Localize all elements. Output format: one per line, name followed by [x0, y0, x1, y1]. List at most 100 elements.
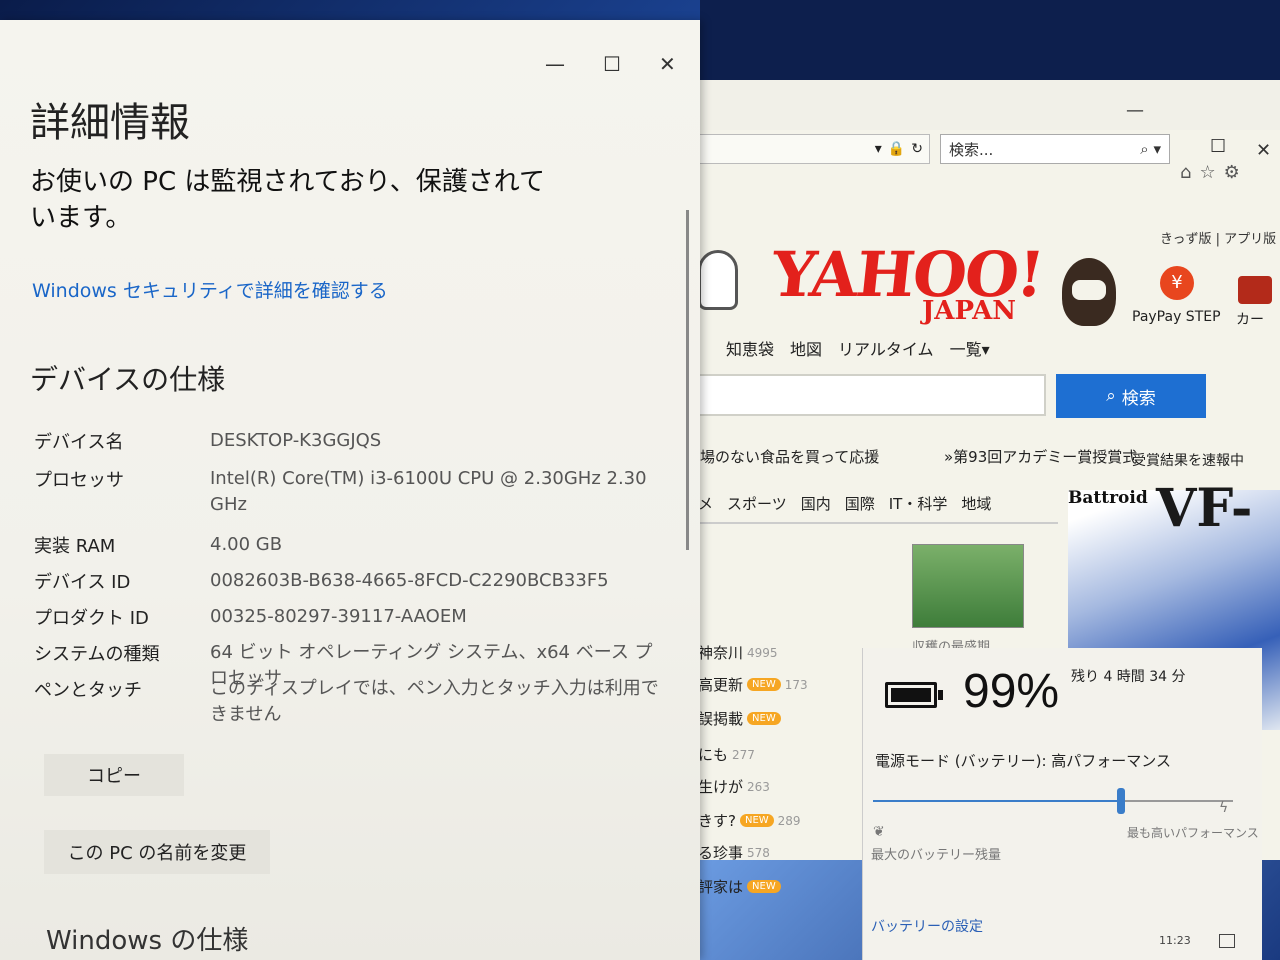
battroid-title: Battroid: [1068, 488, 1148, 508]
tab-main[interactable]: メ: [698, 493, 713, 514]
spec-row-device-name: デバイス名 DESKTOP-K3GGJQS: [34, 428, 674, 454]
rename-pc-button[interactable]: この PC の名前を変更: [44, 830, 270, 874]
browser-search-input[interactable]: 検索... ⌕ ▾: [940, 134, 1170, 164]
spec-label: プロダクト ID: [34, 608, 149, 629]
spec-value: DESKTOP-K3GGJQS: [210, 430, 382, 451]
power-mode-label: 電源モード (バッテリー): 高パフォーマンス: [875, 752, 1171, 770]
close-button[interactable]: ✕: [659, 52, 676, 76]
nav-item-chiebukuro[interactable]: 知恵袋: [726, 336, 774, 360]
news-item-title: 高更新: [698, 676, 744, 694]
news-photo[interactable]: [912, 544, 1024, 628]
tab-international[interactable]: 国際: [845, 493, 875, 514]
tray-clock[interactable]: 11:23: [1159, 934, 1191, 947]
news-item-title: る珍事: [698, 844, 744, 862]
news-item-title: 生けが: [698, 778, 744, 796]
slider-left-label: 最大のバッテリー残量: [871, 848, 1002, 863]
yahoo-search-button[interactable]: ⌕ 検索: [1056, 374, 1206, 418]
favorites-icon[interactable]: ☆: [1199, 162, 1215, 183]
news-item[interactable]: きす? NEW 289: [698, 810, 801, 831]
nav-item-map[interactable]: 地図: [790, 336, 822, 360]
browser-toolbar: ⌂ ☆ ⚙: [1180, 162, 1240, 183]
notification-icon[interactable]: [1219, 934, 1235, 948]
address-bar[interactable]: ▾ 🔒 ↻: [690, 134, 930, 164]
academy-link[interactable]: »第93回アカデミー賞授賞式: [944, 446, 1137, 467]
service-nav: 知恵袋 地図 リアルタイム 一覧▾: [726, 336, 990, 360]
battery-remaining: 残り 4 時間 34 分: [1071, 669, 1186, 685]
news-item[interactable]: 生けが 263: [698, 776, 770, 797]
news-tabs: メ スポーツ 国内 国際 IT・科学 地域: [698, 484, 1058, 524]
battery-tip: [938, 690, 943, 700]
power-mode-slider[interactable]: [873, 788, 1233, 814]
copy-button[interactable]: コピー: [44, 754, 184, 796]
news-item[interactable]: 高更新 NEW 173: [698, 674, 808, 695]
slider-thumb[interactable]: [1117, 788, 1126, 814]
news-item-title: 評家は: [698, 878, 744, 896]
yahoo-search-input[interactable]: [690, 374, 1046, 416]
security-link[interactable]: Windows セキュリティで詳細を確認する: [32, 276, 388, 303]
nav-item-list[interactable]: 一覧▾: [950, 336, 990, 360]
lock-icon: 🔒: [887, 141, 906, 157]
yahoo-logo-japan[interactable]: JAPAN: [922, 296, 1016, 326]
search-icon[interactable]: ⌕ ▾: [1140, 140, 1161, 158]
browser-minimize-button[interactable]: —: [1126, 100, 1144, 121]
car-label[interactable]: カー: [1236, 309, 1264, 329]
promo-link[interactable]: 場のない食品を買って応援: [700, 446, 879, 467]
news-item[interactable]: にも 277: [698, 744, 755, 765]
scrollbar[interactable]: [686, 210, 689, 550]
news-item[interactable]: 評家は NEW: [698, 876, 781, 897]
slider-right-label: 最も高いパフォーマンス: [1127, 826, 1259, 840]
comment-count: 263: [747, 779, 770, 794]
battery-percent: 99%: [963, 665, 1060, 718]
maximize-button[interactable]: ☐: [603, 52, 621, 76]
gear-icon[interactable]: ⚙: [1224, 162, 1240, 183]
browser-close-button[interactable]: ✕: [1256, 140, 1271, 161]
refresh-icon[interactable]: ↻: [911, 141, 923, 157]
comment-count: 4995: [747, 645, 778, 660]
spec-label: ペンとタッチ: [34, 680, 142, 701]
news-item[interactable]: 神奈川 4995: [698, 642, 778, 663]
news-item[interactable]: 誤掲載 NEW: [698, 708, 781, 729]
slider-fill: [873, 800, 1122, 802]
battery-flyout: 99% 残り 4 時間 34 分 電源モード (バッテリー): 高パフォーマンス…: [862, 648, 1262, 960]
tab-domestic[interactable]: 国内: [801, 493, 831, 514]
util-links[interactable]: きっず版 | アプリ版: [1160, 228, 1276, 247]
desktop-top-area: [700, 0, 1280, 90]
spec-value: 4.00 GB: [210, 534, 283, 555]
mascot-icon: [698, 250, 738, 310]
vf-title: VF-: [1156, 478, 1253, 539]
paypay-label[interactable]: PayPay STEP: [1132, 309, 1221, 325]
news-item[interactable]: る珍事 578: [698, 842, 770, 863]
tab-sports[interactable]: スポーツ: [727, 493, 787, 514]
spec-row-product-id: プロダクト ID 00325-80297-39117-AAOEM: [34, 604, 674, 630]
tab-it-science[interactable]: IT・科学: [889, 493, 948, 514]
dropdown-icon[interactable]: ▾: [875, 141, 882, 157]
windows-spec-heading: Windows の仕様: [46, 926, 249, 956]
battery-icon: [885, 682, 937, 708]
bolt-icon: ϟ: [1219, 800, 1229, 816]
academy-sub-link[interactable]: 受賞結果を速報中: [1132, 450, 1244, 470]
magnifier-icon: ⌕: [1106, 386, 1116, 406]
car-icon[interactable]: [1238, 276, 1272, 304]
new-badge: NEW: [747, 678, 781, 691]
spec-row-pen-touch: ペンとタッチ このディスプレイでは、ペン入力とタッチ入力は利用できません: [34, 676, 674, 728]
comment-count: 277: [732, 747, 755, 762]
comment-count: 578: [747, 845, 770, 860]
tab-local[interactable]: 地域: [961, 493, 991, 514]
news-item-title: 神奈川: [698, 644, 744, 662]
page-title: 詳細情報: [30, 100, 190, 146]
spec-value: 00325-80297-39117-AAOEM: [210, 606, 467, 627]
minimize-button[interactable]: —: [545, 52, 565, 76]
kenta-mascot-icon: [1062, 258, 1116, 326]
spec-label: プロセッサ: [34, 470, 124, 491]
new-badge: NEW: [747, 712, 781, 725]
paypay-icon[interactable]: ¥: [1160, 266, 1194, 300]
spec-value: 0082603B-B638-4665-8FCD-C2290BCB33F5: [210, 570, 609, 591]
spec-row-device-id: デバイス ID 0082603B-B638-4665-8FCD-C2290BCB…: [34, 568, 674, 594]
search-button-label: 検索: [1121, 388, 1156, 409]
nav-item-realtime[interactable]: リアルタイム: [838, 336, 934, 360]
new-badge: NEW: [739, 814, 774, 827]
battery-settings-link[interactable]: バッテリーの設定: [871, 916, 983, 936]
protection-status: お使いの PC は監視されており、保護されています。: [30, 167, 545, 233]
browser-maximize-button[interactable]: ☐: [1210, 136, 1226, 157]
home-icon[interactable]: ⌂: [1180, 162, 1191, 183]
